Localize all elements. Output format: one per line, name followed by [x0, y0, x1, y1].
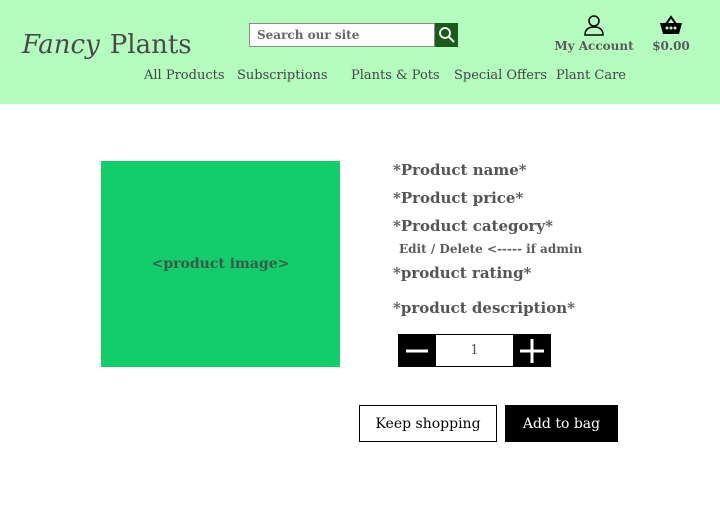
search-form	[249, 23, 458, 47]
search-input[interactable]	[249, 23, 435, 47]
basket-link[interactable]: $0.00	[647, 14, 695, 53]
nav-subscriptions[interactable]: Subscriptions	[237, 68, 328, 83]
admin-note: <----- if admin	[487, 242, 583, 256]
admin-controls: Edit / Delete <----- if admin	[399, 242, 582, 256]
product-price: *Product price*	[393, 189, 524, 207]
delete-link[interactable]: Delete	[439, 242, 482, 256]
site-logo[interactable]: Fancy Plants	[22, 30, 192, 60]
decrement-button[interactable]	[398, 334, 436, 367]
product-rating: *product rating*	[393, 264, 532, 282]
quantity-input[interactable]	[436, 334, 513, 367]
user-icon	[584, 15, 604, 36]
basket-total: $0.00	[652, 39, 690, 53]
basket-icon	[660, 15, 682, 34]
nav-special-offers[interactable]: Special Offers	[454, 68, 547, 83]
nav-all-products[interactable]: All Products	[144, 68, 225, 83]
search-button[interactable]	[435, 23, 458, 47]
my-account-label: My Account	[554, 39, 634, 53]
admin-separator: /	[430, 242, 436, 256]
add-to-bag-button[interactable]: Add to bag	[505, 405, 618, 442]
minus-icon	[406, 349, 428, 352]
plus-icon	[520, 338, 544, 363]
nav-plant-care[interactable]: Plant Care	[556, 68, 626, 83]
edit-link[interactable]: Edit	[399, 242, 427, 256]
increment-button[interactable]	[513, 334, 551, 367]
product-category: *Product category*	[393, 217, 553, 235]
logo-word-fancy: Fancy	[22, 30, 100, 60]
product-name: *Product name*	[393, 161, 527, 179]
product-description: *product description*	[393, 299, 575, 317]
search-icon	[438, 27, 455, 43]
product-image: <product image>	[101, 161, 340, 367]
quantity-stepper	[398, 334, 551, 367]
keep-shopping-button[interactable]: Keep shopping	[359, 405, 497, 442]
logo-word-plants: Plants	[109, 30, 192, 60]
site-header: Fancy Plants My Account $0.00 All Product…	[0, 0, 720, 104]
product-image-placeholder: <product image>	[151, 256, 290, 272]
nav-plants-pots[interactable]: Plants & Pots	[351, 68, 440, 83]
my-account-link[interactable]: My Account	[553, 14, 635, 53]
